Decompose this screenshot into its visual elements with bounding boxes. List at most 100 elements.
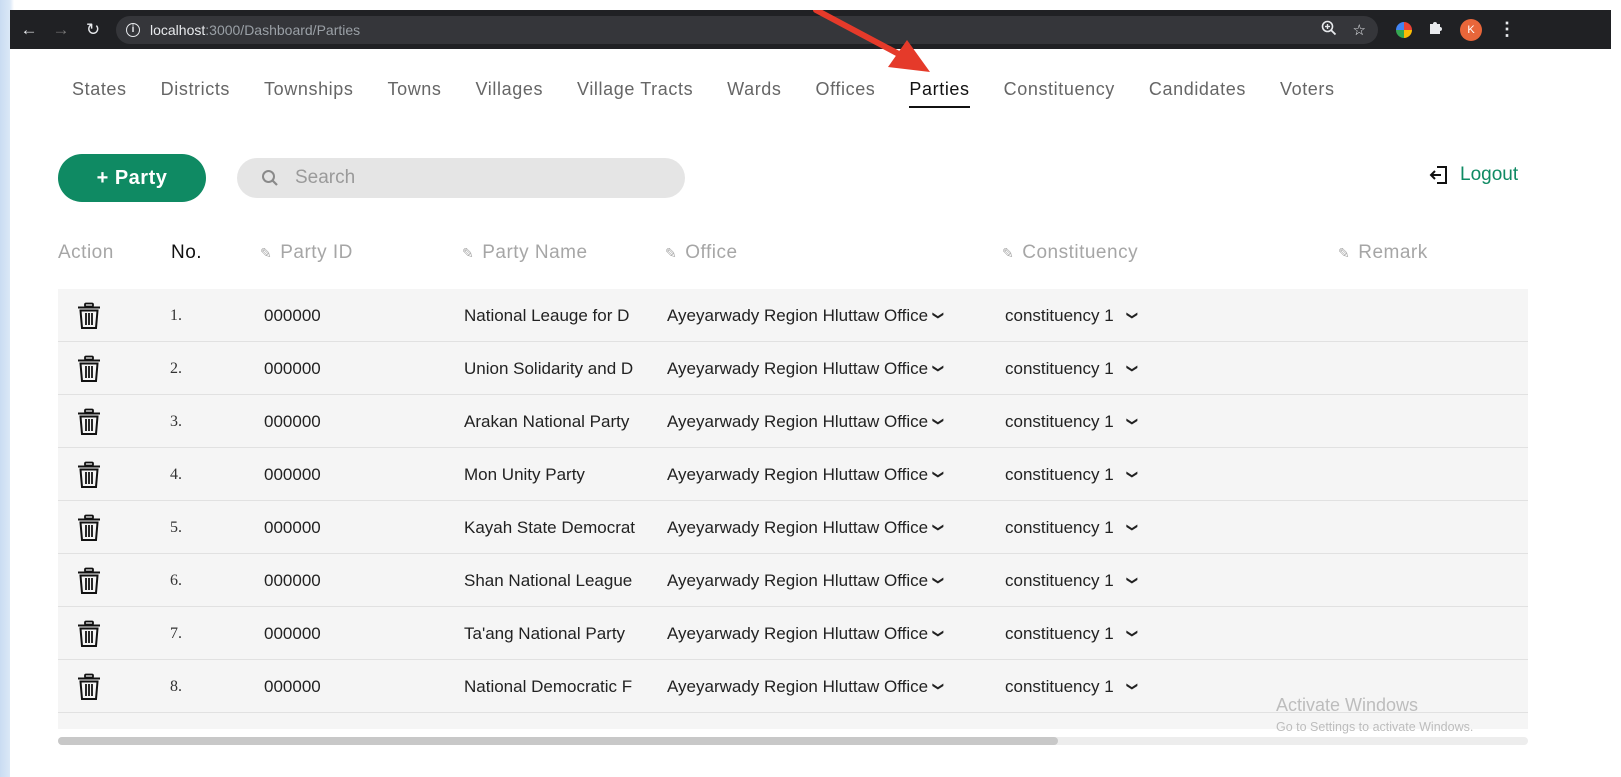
chevron-down-icon: ❯: [932, 469, 945, 480]
constituency-dropdown[interactable]: constituency 1 ❯: [1005, 289, 1138, 342]
table-row: 7. 000000 Ta'ang National Party Ayeyarwady …: [58, 607, 1528, 660]
office-value: Ayeyarwady Region Hluttaw Office: [667, 358, 929, 378]
delete-trash-icon[interactable]: [76, 660, 104, 713]
constituency-value: constituency 1: [1005, 464, 1114, 484]
bookmark-star-icon[interactable]: ☆: [1353, 21, 1366, 39]
party-id-cell: 000000: [264, 676, 321, 696]
header-remark[interactable]: ✎ Remark: [1338, 242, 1428, 264]
constituency-dropdown[interactable]: constituency 1 ❯: [1005, 607, 1138, 660]
office-dropdown[interactable]: Ayeyarwady Region Hluttaw Office ❯: [667, 554, 944, 607]
tab-wards[interactable]: Wards: [727, 79, 781, 108]
party-name-cell: Mon Unity Party: [464, 464, 585, 484]
add-party-button[interactable]: + Party: [58, 154, 206, 202]
constituency-dropdown[interactable]: constituency 1 ❯: [1005, 342, 1138, 395]
party-name-cell: National Leauge for D: [464, 305, 630, 325]
search-icon: [262, 170, 278, 186]
party-name-cell: Kayah State Democrat: [464, 517, 636, 537]
delete-trash-icon[interactable]: [76, 554, 104, 607]
chevron-down-icon: ❯: [932, 310, 945, 321]
row-number: 3.: [170, 412, 182, 430]
row-number: 6.: [170, 571, 182, 589]
parties-table: 1. 000000 National Leauge for D Ayeyarwady …: [58, 289, 1528, 729]
constituency-dropdown[interactable]: constituency 1 ❯: [1005, 501, 1138, 554]
logout-button[interactable]: Logout: [1428, 164, 1518, 186]
party-id-cell: 000000: [264, 570, 321, 590]
party-id-cell: 000000: [264, 623, 321, 643]
chevron-down-icon: ❯: [932, 628, 945, 639]
tab-towns[interactable]: Towns: [388, 79, 442, 108]
table-row: 4. 000000 Mon Unity Party Ayeyarwady Region…: [58, 448, 1528, 501]
row-number: 7.: [170, 624, 182, 642]
search-input[interactable]: [295, 167, 655, 189]
table-row: 2. 000000 Union Solidarity and D Ayeyarwady…: [58, 342, 1528, 395]
forward-icon[interactable]: →: [48, 17, 74, 43]
chevron-down-icon: ❯: [1125, 469, 1138, 480]
site-info-icon[interactable]: i: [126, 22, 140, 37]
party-name-cell: Ta'ang National Party: [464, 623, 626, 643]
edit-pencil-icon: ✎: [1002, 244, 1015, 261]
row-number: 5.: [170, 518, 182, 536]
reload-icon[interactable]: ↻: [80, 17, 106, 43]
delete-trash-icon[interactable]: [76, 342, 104, 395]
header-constituency[interactable]: ✎ Constituency: [1002, 242, 1138, 264]
constituency-value: constituency 1: [1005, 411, 1114, 431]
office-dropdown[interactable]: Ayeyarwady Region Hluttaw Office ❯: [667, 607, 945, 660]
office-dropdown[interactable]: Ayeyarwady Region Hluttaw Office ❯: [667, 501, 944, 554]
office-value: Ayeyarwady Region Hluttaw Office: [667, 570, 929, 590]
tab-constituency[interactable]: Constituency: [1004, 79, 1115, 108]
color-extension-icon[interactable]: [1396, 21, 1412, 38]
party-id-cell: 000000: [264, 464, 321, 484]
url-host: localhost: [150, 21, 206, 38]
header-no: No.: [171, 242, 203, 263]
zoom-icon[interactable]: [1321, 20, 1337, 40]
delete-trash-icon[interactable]: [76, 289, 104, 342]
watermark-title: Activate Windows: [1276, 695, 1419, 715]
office-dropdown[interactable]: Ayeyarwady Region Hluttaw Office ❯: [667, 342, 944, 395]
header-party-name[interactable]: ✎ Party Name: [462, 242, 588, 264]
tab-voters[interactable]: Voters: [1280, 79, 1335, 108]
header-office[interactable]: ✎ Office: [665, 242, 738, 264]
tab-districts[interactable]: Districts: [161, 79, 230, 108]
search-bar[interactable]: [237, 158, 685, 198]
row-number: 8.: [170, 677, 182, 695]
constituency-dropdown[interactable]: constituency 1 ❯: [1005, 660, 1138, 713]
tab-states[interactable]: States: [72, 79, 127, 108]
edit-pencil-icon: ✎: [462, 244, 475, 261]
tab-villages[interactable]: Villages: [476, 79, 544, 108]
delete-trash-icon[interactable]: [76, 501, 104, 554]
extensions-puzzle-icon[interactable]: [1428, 19, 1444, 40]
tab-village-tracts[interactable]: Village Tracts: [577, 79, 693, 108]
delete-trash-icon[interactable]: [76, 607, 104, 660]
tab-offices[interactable]: Offices: [816, 79, 876, 108]
back-icon[interactable]: ←: [16, 17, 42, 43]
top-nav: States Districts Townships Towns Villages Vil…: [72, 79, 1369, 108]
office-dropdown[interactable]: Ayeyarwady Region Hluttaw Office ❯: [667, 395, 944, 448]
table-row: 1. 000000 National Leauge for D Ayeyarwady …: [58, 289, 1528, 342]
edit-pencil-icon: ✎: [1338, 244, 1351, 261]
constituency-dropdown[interactable]: constituency 1 ❯: [1005, 448, 1138, 501]
constituency-dropdown[interactable]: constituency 1 ❯: [1005, 395, 1138, 448]
profile-avatar[interactable]: K: [1460, 18, 1482, 41]
constituency-dropdown[interactable]: constituency 1 ❯: [1005, 554, 1138, 607]
address-bar[interactable]: i localhost:3000/Dashboard/Parties ☆: [116, 15, 1378, 44]
horizontal-scrollbar[interactable]: [58, 737, 1528, 745]
browser-menu-icon[interactable]: ⋮: [1498, 19, 1516, 40]
office-dropdown[interactable]: Ayeyarwady Region Hluttaw Office ❯: [667, 660, 944, 713]
tab-candidates[interactable]: Candidates: [1149, 79, 1246, 108]
party-id-cell: 000000: [264, 411, 321, 431]
constituency-value: constituency 1: [1005, 623, 1114, 643]
party-name-cell: Arakan National Party: [464, 411, 630, 431]
windows-activation-watermark: Activate Windows Go to Settings to activ…: [1276, 695, 1473, 734]
delete-trash-icon[interactable]: [76, 395, 104, 448]
office-dropdown[interactable]: Ayeyarwady Region Hluttaw Office ❯: [667, 448, 945, 501]
party-id-cell: 000000: [264, 358, 321, 378]
page-frame: ← → ↻ i localhost:3000/Dashboard/Parties…: [10, 10, 1611, 777]
office-dropdown[interactable]: Ayeyarwady Region Hluttaw Office ❯: [667, 289, 945, 342]
header-party-id[interactable]: ✎ Party ID: [260, 242, 353, 264]
tab-townships[interactable]: Townships: [264, 79, 353, 108]
delete-trash-icon[interactable]: [76, 448, 104, 501]
scrollbar-thumb[interactable]: [58, 737, 1058, 745]
logout-label: Logout: [1460, 164, 1519, 185]
chevron-down-icon: ❯: [1125, 681, 1138, 692]
tab-parties[interactable]: Parties: [909, 79, 970, 108]
